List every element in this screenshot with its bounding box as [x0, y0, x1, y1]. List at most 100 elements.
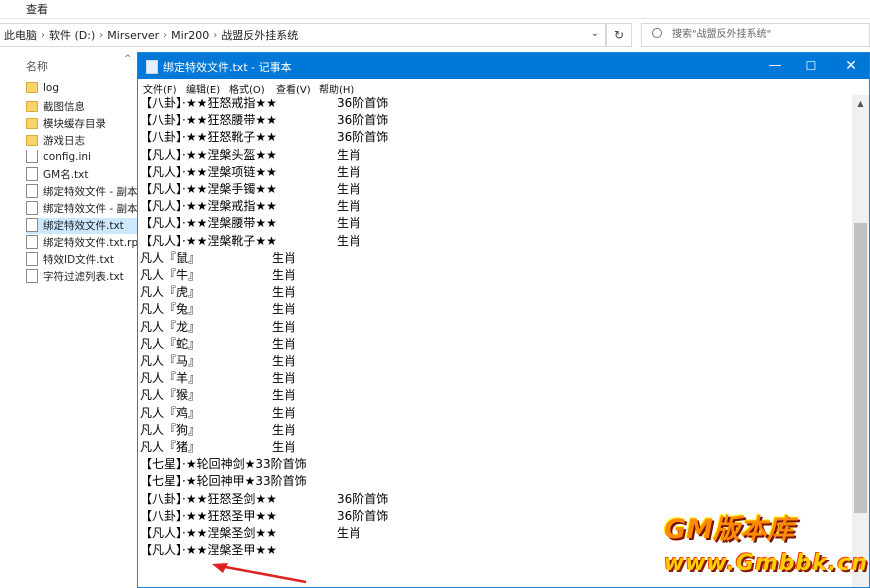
- item-name: 【凡人】·★★涅槃项链★★: [140, 164, 277, 179]
- scrollbar-thumb[interactable]: [854, 223, 867, 513]
- text-line: 凡人『蛇』 生肖: [140, 336, 296, 353]
- breadcrumb-item[interactable]: 软件 (D:): [49, 27, 95, 43]
- text-line: 凡人『牛』 生肖: [140, 267, 296, 284]
- file-list-item[interactable]: 绑定特效文件 - 副本.: [26, 201, 138, 217]
- file-list-item[interactable]: 绑定特效文件.txt: [26, 218, 138, 234]
- item-name: 凡人『牛』: [140, 268, 201, 282]
- item-category: 生肖: [272, 268, 297, 282]
- breadcrumb-item[interactable]: 此电脑: [4, 27, 37, 43]
- text-line: 凡人『羊』 生肖: [140, 370, 296, 387]
- item-category: 生肖: [337, 199, 362, 214]
- text-line: 凡人『兔』 生肖: [140, 301, 296, 318]
- close-button[interactable]: ✕: [833, 53, 869, 79]
- item-category: 生肖: [272, 302, 297, 317]
- folder-icon: [26, 82, 38, 93]
- menu-file[interactable]: 文件(F): [143, 81, 177, 96]
- file-name: 绑定特效文件 - 副本.: [43, 186, 138, 198]
- text-line: 【凡人】·★★涅槃圣甲★★: [140, 542, 277, 559]
- item-name: 【凡人】·★★涅槃圣剑★★: [140, 526, 277, 540]
- item-category: 生肖: [272, 422, 297, 437]
- file-name: 特效ID文件.txt: [43, 254, 114, 266]
- item-category: 生肖: [272, 405, 297, 420]
- scroll-up-arrow-icon[interactable]: ▲: [852, 95, 869, 112]
- breadcrumb-item[interactable]: 战盟反外挂系统: [221, 27, 298, 43]
- file-list-item[interactable]: config.ini: [26, 150, 138, 166]
- file-list-item[interactable]: GM名.txt: [26, 167, 138, 183]
- item-name: 【八卦】·★★狂怒腰带★★: [140, 113, 277, 128]
- breadcrumb-item[interactable]: Mirserver: [107, 29, 159, 42]
- file-list-item[interactable]: 游戏日志: [26, 133, 138, 149]
- file-icon: [26, 150, 38, 163]
- item-category: 生肖: [337, 233, 362, 248]
- file-name: 截图信息: [43, 101, 85, 113]
- file-icon: [26, 269, 38, 283]
- file-list-item[interactable]: 字符过滤列表.txt: [26, 269, 138, 285]
- text-line: 【八卦】·★★狂怒圣甲★★ 36阶首饰: [140, 508, 388, 525]
- item-name: 凡人『狗』: [140, 422, 201, 437]
- chevron-right-icon: ›: [163, 29, 168, 41]
- item-name: 凡人『鼠』: [140, 250, 201, 265]
- file-icon: [26, 218, 38, 232]
- text-line: 【凡人】·★★涅槃靴子★★ 生肖: [140, 233, 361, 250]
- file-icon: [26, 184, 38, 198]
- text-line: 【凡人】·★★涅槃项链★★ 生肖: [140, 164, 361, 181]
- file-name: log: [43, 82, 60, 94]
- file-list-item[interactable]: 特效ID文件.txt: [26, 252, 138, 268]
- item-category: 36阶首饰: [337, 508, 389, 523]
- menu-bar: 文件(F) 编辑(E) 格式(O) 查看(V) 帮助(H): [138, 79, 869, 96]
- file-name: 绑定特效文件.txt.rpk: [43, 237, 138, 249]
- item-name: 【凡人】·★★涅槃头盔★★: [140, 147, 277, 162]
- item-category: 生肖: [337, 147, 362, 162]
- text-line: 凡人『猴』 生肖: [140, 387, 296, 404]
- chevron-right-icon: ›: [41, 29, 45, 41]
- maximize-button[interactable]: ☐: [793, 53, 829, 79]
- menu-edit[interactable]: 编辑(E): [186, 81, 220, 96]
- file-list-item[interactable]: 绑定特效文件.txt.rpk: [26, 235, 138, 251]
- item-name: 【凡人】·★★涅槃靴子★★: [140, 233, 277, 248]
- chevron-right-icon: ›: [213, 29, 218, 41]
- sort-caret-icon: ^: [124, 54, 132, 64]
- file-list-item[interactable]: 绑定特效文件 - 副本.: [26, 184, 138, 200]
- text-line: 凡人『猪』 生肖: [140, 439, 296, 456]
- search-input[interactable]: 搜索"战盟反外挂系统": [641, 23, 870, 47]
- menu-format[interactable]: 格式(O): [229, 81, 265, 96]
- menu-help[interactable]: 帮助(H): [319, 81, 354, 96]
- refresh-button[interactable]: ↻: [606, 23, 632, 47]
- file-list-item[interactable]: log: [26, 82, 138, 98]
- item-name: 【八卦】·★★狂怒戒指★★: [140, 96, 277, 110]
- chevron-down-icon[interactable]: ⌄: [591, 28, 599, 39]
- text-line: 凡人『鼠』 生肖: [140, 250, 296, 267]
- item-category: 36阶首饰: [337, 113, 389, 128]
- text-line: 【凡人】·★★涅槃圣剑★★ 生肖: [140, 525, 361, 542]
- folder-icon: [26, 100, 38, 112]
- menu-view[interactable]: 查看(V): [276, 81, 311, 96]
- minimize-button[interactable]: —: [757, 53, 793, 79]
- text-line: 【凡人】·★★涅槃头盔★★ 生肖: [140, 147, 361, 164]
- file-list-item[interactable]: 模块缓存目录: [26, 116, 138, 132]
- text-line: 【凡人】·★★涅槃腰带★★ 生肖: [140, 215, 361, 232]
- breadcrumb[interactable]: 此电脑 › 软件 (D:) › Mirserver › Mir200 › 战盟反…: [0, 23, 606, 47]
- item-category: 生肖: [337, 164, 362, 179]
- chevron-right-icon: ›: [99, 29, 104, 41]
- text-line: 【八卦】·★★狂怒靴子★★ 36阶首饰: [140, 129, 388, 146]
- file-list-item[interactable]: 截图信息: [26, 99, 138, 115]
- column-header-name[interactable]: 名称: [26, 58, 48, 74]
- text-line: 【八卦】·★★狂怒戒指★★ 36阶首饰: [140, 95, 388, 112]
- ribbon-view-tab[interactable]: 查看: [26, 1, 48, 17]
- item-name: 【七星】·★轮回神甲★33阶首饰: [140, 474, 307, 489]
- file-name: 字符过滤列表.txt: [43, 271, 124, 283]
- item-name: 【七星】·★轮回神剑★33阶首饰: [140, 457, 307, 472]
- item-category: 生肖: [337, 182, 362, 196]
- watermark-logo: GM版本库 www.Gmbbk.cn: [664, 507, 867, 585]
- title-bar[interactable]: 绑定特效文件.txt - 记事本 — ☐ ✕: [138, 53, 869, 79]
- breadcrumb-item[interactable]: Mir200: [171, 29, 209, 42]
- item-category: 36阶首饰: [337, 96, 389, 110]
- item-name: 【凡人】·★★涅槃手镯★★: [140, 182, 277, 196]
- item-name: 凡人『羊』: [140, 371, 201, 386]
- folder-icon: [26, 117, 38, 129]
- item-category: 36阶首饰: [337, 130, 389, 145]
- text-line: 凡人『马』 生肖: [140, 353, 296, 370]
- item-category: 生肖: [337, 216, 362, 231]
- watermark-title: GM版本库: [664, 514, 795, 545]
- file-name: 游戏日志: [43, 135, 85, 147]
